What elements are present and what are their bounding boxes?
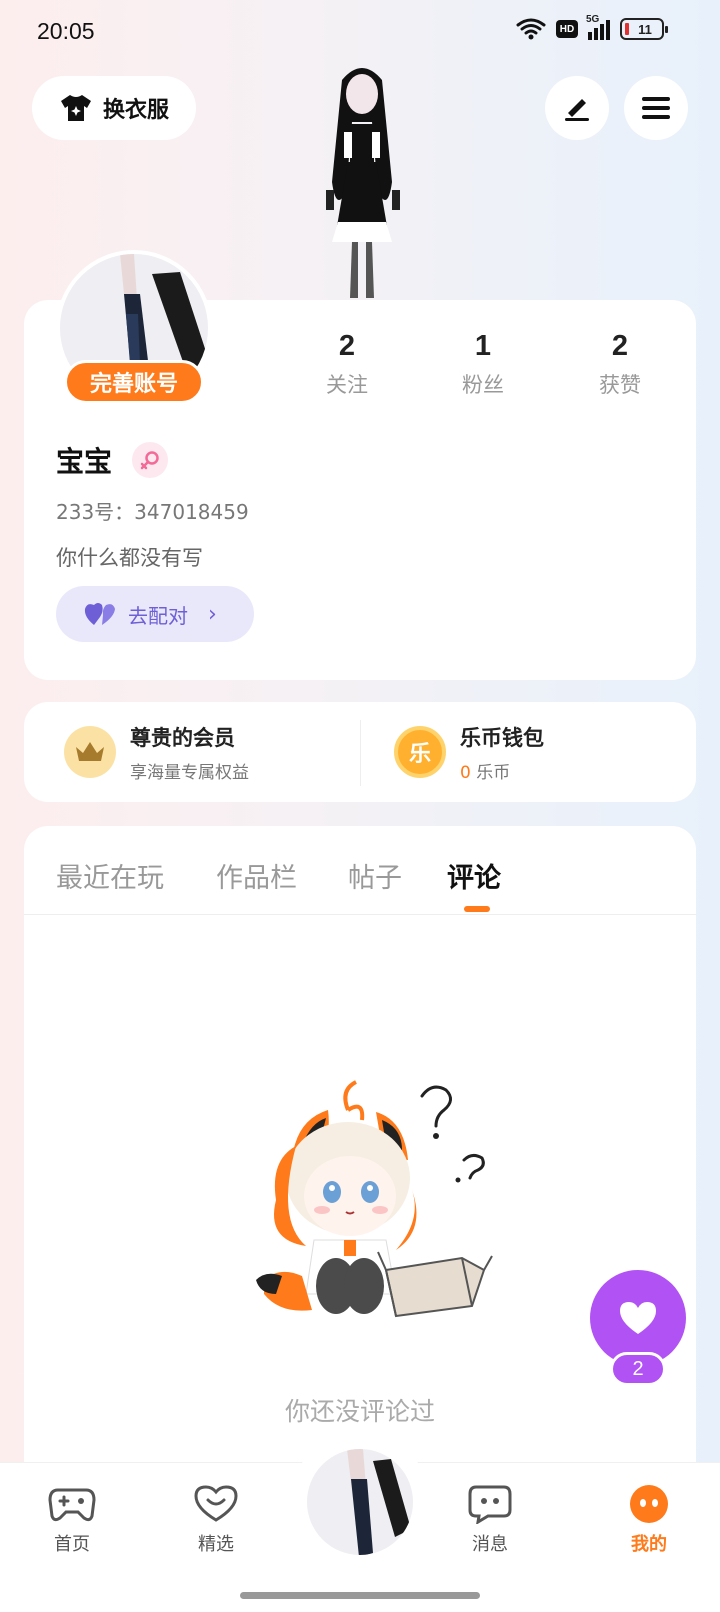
wifi-icon (516, 18, 546, 40)
tab-active-indicator (464, 906, 490, 912)
tshirt-icon (60, 95, 91, 121)
nav-home[interactable]: 首页 (27, 1484, 117, 1556)
stat-followers-label: 粉丝 (462, 373, 504, 397)
nav-featured[interactable]: 精选 (171, 1484, 261, 1556)
chevron-right-icon: › (208, 601, 217, 627)
like-count-badge: 2 (610, 1352, 666, 1386)
heart-outline-icon (194, 1485, 238, 1522)
wallet-unit: 乐币 (476, 762, 511, 783)
nav-home-label: 首页 (54, 1534, 90, 1555)
battery-icon: 11 (620, 18, 668, 40)
pen-icon (565, 99, 589, 121)
nav-messages-label: 消息 (472, 1534, 508, 1555)
face-icon (630, 1485, 668, 1523)
female-icon (132, 442, 168, 478)
tab-recently-played[interactable]: 最近在玩 (56, 856, 164, 895)
gamepad-icon (48, 1488, 96, 1522)
coin-icon: 乐 (394, 726, 446, 778)
stat-following-value: 2 (338, 330, 356, 362)
avatar-figure-image[interactable] (292, 62, 432, 302)
battery-level: 11 (638, 21, 652, 37)
wallet-title: 乐币钱包 (460, 725, 544, 750)
tab-works[interactable]: 作品栏 (216, 856, 297, 895)
empty-state-illustration (256, 1080, 493, 1318)
vip-title: 尊贵的会员 (130, 725, 235, 750)
tab-posts[interactable]: 帖子 (348, 856, 402, 895)
status-time: 20:05 (37, 18, 95, 44)
status-icons: HD 5G 11 (516, 14, 668, 40)
change-outfit-button[interactable]: 换衣服 (32, 76, 196, 140)
stat-likes-value: 2 (611, 330, 629, 362)
complete-account-button[interactable]: 完善账号 (64, 360, 204, 404)
vip-subtitle: 享海量专属权益 (130, 762, 249, 783)
stat-following[interactable]: 2 关注 (292, 330, 402, 399)
nav-featured-label: 精选 (198, 1534, 234, 1555)
nav-avatar-button[interactable] (304, 1446, 416, 1558)
menu-button[interactable] (624, 76, 688, 140)
change-outfit-label: 换衣服 (102, 98, 169, 123)
crown-icon (64, 726, 116, 778)
nav-me[interactable]: 我的 (604, 1484, 694, 1556)
tabs-divider (24, 914, 696, 915)
stat-likes[interactable]: 2 获赞 (565, 330, 675, 399)
match-button[interactable]: 去配对 › (56, 586, 254, 642)
home-indicator[interactable] (240, 1592, 480, 1599)
tab-comments[interactable]: 评论 (447, 856, 501, 895)
heart-icon (620, 1302, 656, 1334)
vip-divider (360, 720, 361, 786)
bio: 你什么都没有写 (56, 546, 203, 570)
wallet-entry[interactable]: 乐 乐币钱包 0 乐币 (394, 718, 544, 786)
status-bar: 20:05 HD 5G 11 (0, 0, 720, 64)
hearts-icon (84, 603, 115, 625)
vip-entry[interactable]: 尊贵的会员 享海量专属权益 (64, 718, 249, 786)
stat-likes-label: 获赞 (599, 373, 641, 397)
empty-state-text: 你还没评论过 (284, 1397, 435, 1426)
network-label: 5G (586, 14, 600, 25)
stat-following-label: 关注 (326, 373, 368, 397)
stat-followers[interactable]: 1 粉丝 (428, 330, 538, 399)
edit-profile-button[interactable] (545, 76, 609, 140)
nav-me-label: 我的 (631, 1534, 667, 1555)
wallet-amount: 0 (460, 762, 471, 783)
nickname: 宝宝 (56, 445, 113, 478)
chat-icon (468, 1485, 512, 1524)
match-label: 去配对 (128, 603, 188, 628)
signal-icon: 5G (586, 14, 610, 40)
coin-icon-char: 乐 (408, 742, 431, 767)
hd-icon: HD (556, 20, 578, 38)
stat-followers-value: 1 (474, 330, 492, 362)
user-id: 233号：347018459 (56, 500, 249, 524)
hamburger-icon (642, 97, 670, 119)
nav-messages[interactable]: 消息 (445, 1484, 535, 1556)
